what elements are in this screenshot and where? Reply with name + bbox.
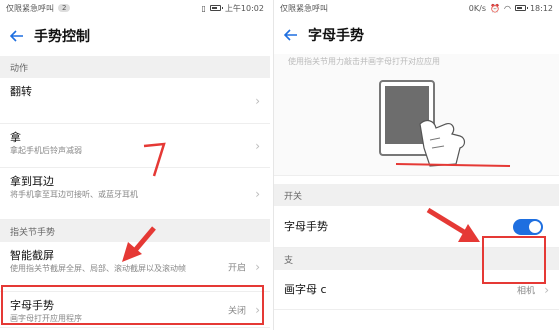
item-title: 字母手势 [284, 220, 328, 233]
item-value: 开启 [227, 263, 246, 273]
list-item-letter-gesture-toggle[interactable]: 字母手势 [274, 206, 559, 248]
list-item-flip[interactable]: 翻转 › [0, 78, 270, 124]
list-item-letter-gesture[interactable]: 字母手势 画字母打开应用程序 关闭 › [0, 292, 270, 328]
back-arrow-icon[interactable] [282, 26, 300, 44]
item-desc: 画字母打开应用程序 [10, 314, 82, 323]
illustration-caption: 使用指关节用力敲击并画字母打开对应应用 [288, 57, 440, 66]
section-header-switch: 开关 [274, 184, 559, 206]
item-desc: 使用指关节截屏全屏、局部、滚动截屏以及滚动帧 [10, 264, 186, 273]
sim-badge: 2 [58, 4, 71, 12]
battery-icon [514, 5, 528, 11]
chevron-right-icon: › [255, 186, 260, 201]
battery-icon [209, 5, 223, 11]
left-screen: 仅限紧急呼叫 2 ▯ 上午10:02 手势控制 动作 翻转 › 拿 拿起手机后铃… [0, 0, 270, 330]
item-title: 智能截屏 [10, 249, 54, 262]
chevron-right-icon: › [255, 259, 260, 274]
title-bar: 手势控制 [0, 16, 270, 56]
item-value: 相机 [516, 286, 535, 296]
sim-card-icon: ▯ [201, 3, 206, 13]
section-header-actions: 动作 [0, 56, 270, 78]
chevron-right-icon: › [255, 93, 260, 108]
network-speed: 0K/s [468, 3, 486, 13]
item-title: 翻转 [10, 85, 32, 98]
toggle-switch[interactable] [513, 218, 543, 235]
item-title: 画字母 c [284, 283, 327, 296]
item-title: 拿 [10, 131, 21, 144]
carrier-text: 仅限紧急呼叫 [280, 3, 328, 13]
list-item-smart-screenshot[interactable]: 智能截屏 使用指关节截屏全屏、局部、滚动截屏以及滚动帧 开启 › [0, 242, 270, 292]
chevron-right-icon: › [255, 302, 260, 317]
list-item-raise-to-ear[interactable]: 拿到耳边 将手机拿至耳边可接听、或蓝牙耳机 › [0, 168, 270, 220]
back-arrow-icon[interactable] [8, 27, 26, 45]
list-item-letter-c[interactable]: 画字母 c 相机 › [274, 270, 559, 310]
title-bar: 字母手势 [274, 16, 559, 54]
section-header-apps: 支 [274, 248, 559, 270]
chevron-right-icon: › [544, 282, 549, 297]
hand-icon [419, 119, 466, 167]
page-title: 手势控制 [34, 29, 90, 45]
status-bar: 仅限紧急呼叫 2 ▯ 上午10:02 [0, 0, 270, 16]
item-desc: 拿起手机后铃声减弱 [10, 146, 82, 155]
item-title: 拿到耳边 [10, 175, 54, 188]
gesture-illustration: 使用指关节用力敲击并画字母打开对应应用 [274, 54, 559, 176]
clock-text: 18:12 [529, 3, 553, 13]
clock-text: 上午10:02 [224, 3, 264, 13]
chevron-right-icon: › [255, 138, 260, 153]
item-value: 关闭 [227, 306, 246, 316]
right-screen: 仅限紧急呼叫 0K/s ⏰ ◠ 18:12 字母手势 使用指关节用力敲击并画字母… [273, 0, 559, 330]
status-bar: 仅限紧急呼叫 0K/s ⏰ ◠ 18:12 [274, 0, 559, 16]
carrier-text: 仅限紧急呼叫 [6, 3, 54, 13]
page-title: 字母手势 [308, 28, 364, 44]
item-desc: 将手机拿至耳边可接听、或蓝牙耳机 [10, 190, 138, 199]
alarm-icon: ⏰ [489, 3, 500, 13]
section-header-knuckle: 指关节手势 [0, 220, 270, 242]
wifi-icon: ◠ [503, 3, 511, 13]
item-title: 字母手势 [10, 299, 54, 312]
list-item-pickup[interactable]: 拿 拿起手机后铃声减弱 › [0, 124, 270, 168]
